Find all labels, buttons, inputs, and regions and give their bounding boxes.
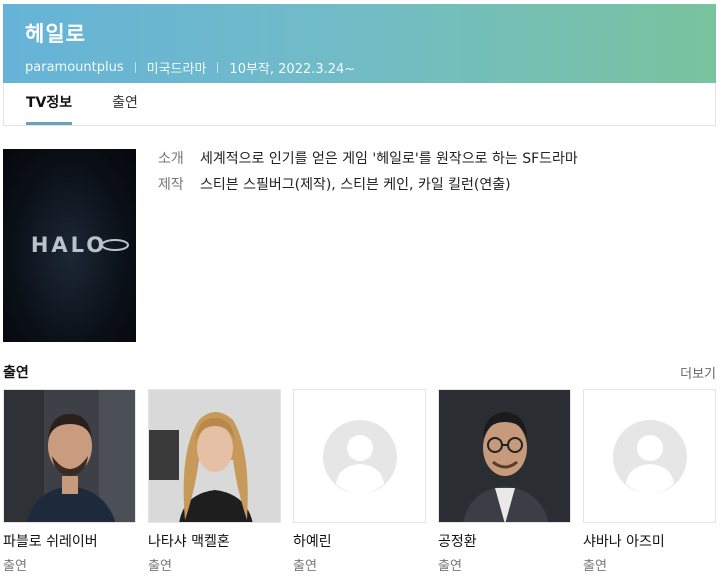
halo-logo-text: HALO — [31, 233, 107, 257]
cast-member-5[interactable]: 샤바나 아즈미 출연 — [583, 389, 716, 575]
cast-name[interactable]: 공정환 — [438, 531, 571, 551]
production-label: 제작 — [158, 177, 184, 193]
cast-member-1[interactable]: 파블로 쉬레이버 출연 — [3, 389, 136, 575]
cast-role: 출연 — [438, 559, 462, 574]
cast-photo[interactable] — [583, 389, 716, 523]
meta-divider — [217, 62, 219, 73]
cast-name[interactable]: 파블로 쉬레이버 — [3, 531, 136, 551]
intro-label: 소개 — [158, 151, 184, 167]
placeholder-avatar-icon — [294, 390, 425, 522]
person-photo — [149, 390, 280, 522]
tab-bar: TV정보 출연 — [3, 83, 716, 126]
program-header: 헤일로 paramountplus 미국드라마 10부작, 2022.3.24~ — [3, 4, 716, 83]
cast-role: 출연 — [583, 559, 607, 574]
cast-section-header: 출연 더보기 — [3, 362, 716, 382]
genre: 미국드라마 — [146, 62, 207, 77]
production-value[interactable]: 스티븐 스필버그(제작), 스티븐 케인, 카일 킬런(연출) — [200, 172, 511, 198]
cast-member-3[interactable]: 하예린 출연 — [293, 389, 426, 575]
episode-info: 10부작, 2022.3.24~ — [229, 62, 356, 77]
program-info: 소개 세계적으로 인기를 얻은 게임 '헤일로'를 원작으로 하는 SF드라마 … — [158, 146, 578, 198]
cast-role: 출연 — [3, 559, 27, 574]
cast-photo[interactable] — [3, 389, 136, 523]
person-photo — [439, 390, 570, 522]
cast-photo[interactable] — [293, 389, 426, 523]
cast-photo[interactable] — [438, 389, 571, 523]
placeholder-avatar-icon — [584, 390, 715, 522]
more-link[interactable]: 더보기 — [680, 363, 716, 382]
info-row-intro: 소개 세계적으로 인기를 얻은 게임 '헤일로'를 원작으로 하는 SF드라마 — [158, 146, 578, 172]
intro-value: 세계적으로 인기를 얻은 게임 '헤일로'를 원작으로 하는 SF드라마 — [200, 151, 578, 167]
program-meta: paramountplus 미국드라마 10부작, 2022.3.24~ — [25, 58, 694, 77]
halo-logo: HALO — [31, 233, 129, 257]
cast-name[interactable]: 나타샤 맥켈혼 — [148, 531, 281, 551]
person-photo — [4, 390, 135, 522]
poster-image[interactable]: HALO — [3, 149, 136, 342]
tab-tv-info[interactable]: TV정보 — [26, 83, 73, 125]
cast-photo[interactable] — [148, 389, 281, 523]
cast-role: 출연 — [148, 559, 172, 574]
info-row-production: 제작 스티븐 스필버그(제작), 스티븐 케인, 카일 킬런(연출) — [158, 172, 578, 198]
cast-member-2[interactable]: 나타샤 맥켈혼 출연 — [148, 389, 281, 575]
channel-name[interactable]: paramountplus — [25, 60, 124, 75]
tab-cast[interactable]: 출연 — [112, 83, 138, 125]
cast-member-4[interactable]: 공정환 출연 — [438, 389, 571, 575]
cast-name[interactable]: 샤바나 아즈미 — [583, 531, 716, 551]
cast-heading: 출연 — [3, 365, 29, 381]
meta-divider — [134, 62, 136, 73]
program-title[interactable]: 헤일로 — [25, 18, 694, 48]
cast-role: 출연 — [293, 559, 317, 574]
cast-name[interactable]: 하예린 — [293, 531, 426, 551]
